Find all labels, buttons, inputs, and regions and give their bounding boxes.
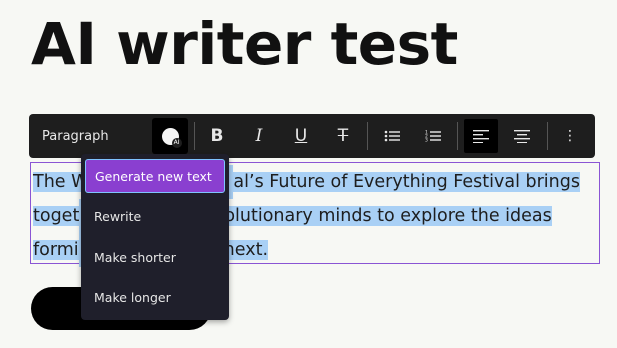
ai-assistant-button[interactable]: AI bbox=[152, 118, 188, 154]
toolbar-divider bbox=[194, 122, 195, 150]
page-title: AI writer test bbox=[31, 10, 458, 78]
toolbar-divider bbox=[547, 122, 548, 150]
ai-dropdown-menu: Generate new text Rewrite Make shorter M… bbox=[81, 154, 229, 320]
numbered-list-button[interactable]: 1 2 3 bbox=[416, 114, 450, 158]
align-left-button[interactable] bbox=[464, 119, 498, 153]
rewrite-item[interactable]: Rewrite bbox=[85, 199, 225, 233]
block-toolbar: Paragraph AI B I U T 1 2 3 ⋮ bbox=[29, 114, 595, 158]
italic-button[interactable]: I bbox=[242, 114, 276, 158]
numbered-list-icon: 1 2 3 bbox=[425, 130, 441, 144]
align-center-icon bbox=[514, 130, 530, 143]
make-longer-item[interactable]: Make longer bbox=[85, 280, 225, 314]
underline-button[interactable]: U bbox=[284, 114, 318, 158]
align-left-icon bbox=[473, 130, 489, 143]
ai-icon: AI bbox=[161, 127, 182, 148]
toolbar-divider bbox=[457, 122, 458, 150]
more-options-button[interactable]: ⋮ bbox=[553, 114, 587, 158]
generate-new-text-item[interactable]: Generate new text bbox=[85, 159, 225, 193]
toolbar-divider bbox=[367, 122, 368, 150]
make-shorter-item[interactable]: Make shorter bbox=[85, 240, 225, 274]
bullet-list-button[interactable] bbox=[375, 114, 409, 158]
svg-text:3: 3 bbox=[425, 138, 428, 144]
align-center-button[interactable] bbox=[505, 114, 539, 158]
block-type-selector[interactable]: Paragraph bbox=[42, 114, 109, 158]
bullet-list-icon bbox=[384, 130, 400, 142]
bold-button[interactable]: B bbox=[200, 114, 234, 158]
strikethrough-button[interactable]: T bbox=[326, 114, 360, 158]
